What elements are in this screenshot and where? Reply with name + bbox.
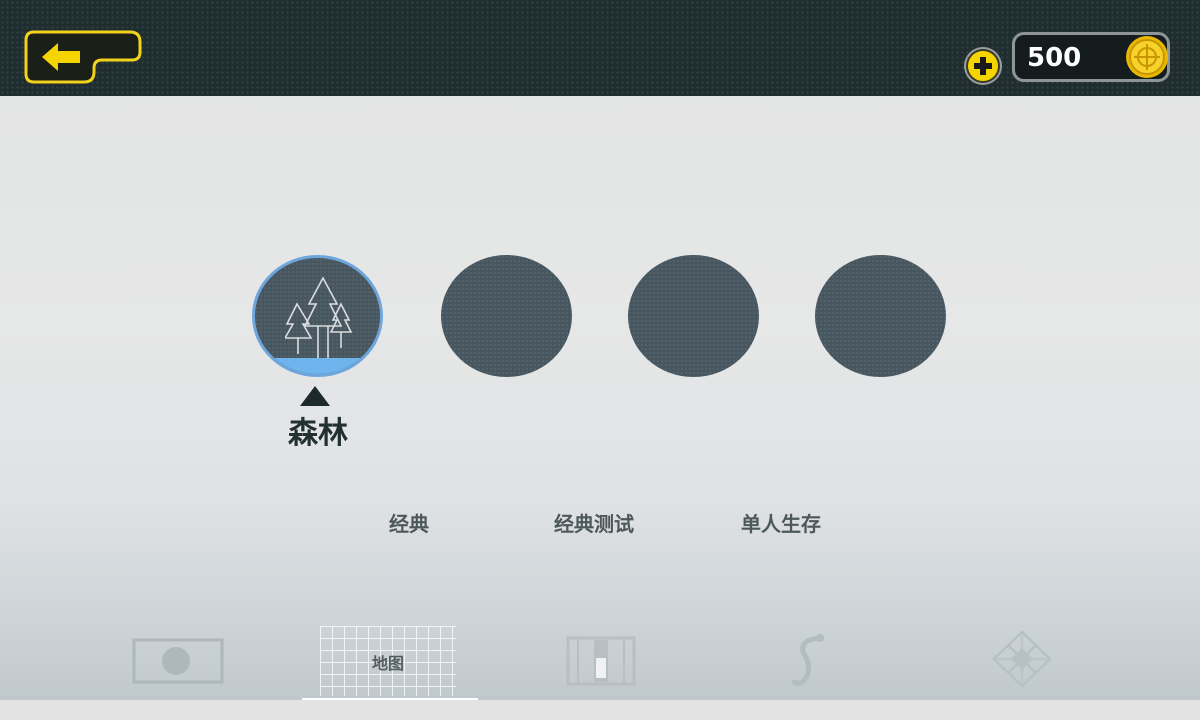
serpent-icon — [791, 634, 824, 686]
nav-tab-diamond[interactable] — [990, 630, 1054, 688]
diamond-pattern-icon — [992, 630, 1052, 688]
forest-trees-icon — [285, 276, 353, 360]
nav-tab-screen[interactable] — [132, 630, 224, 688]
map-option-locked-4[interactable] — [815, 255, 946, 377]
back-arrow-icon — [24, 30, 142, 84]
top-bar: 500 — [0, 0, 1200, 96]
nav-tab-map[interactable]: 地图 — [320, 626, 456, 696]
selected-map-name: 森林 — [288, 416, 348, 451]
map-option-locked-2[interactable] — [441, 255, 572, 377]
mode-classic-test[interactable]: 经典测试 — [554, 508, 634, 537]
back-button[interactable] — [24, 30, 142, 84]
bottom-strip — [0, 700, 1200, 720]
selected-indicator-arrow — [300, 386, 330, 406]
coin-counter: 500 — [1012, 32, 1170, 82]
mode-solo-survival[interactable]: 单人生存 — [741, 508, 821, 537]
nav-tab-serpent[interactable] — [790, 630, 830, 688]
screen-circle-icon — [132, 638, 224, 684]
mode-classic[interactable]: 经典 — [389, 508, 429, 537]
map-option-forest[interactable] — [252, 255, 383, 377]
map-option-locked-3[interactable] — [628, 255, 759, 377]
add-coins-button[interactable] — [966, 49, 1000, 83]
coin-value: 500 — [1027, 43, 1082, 73]
gold-coin-icon — [1126, 36, 1168, 78]
door-panel-icon — [566, 636, 636, 686]
plus-icon — [974, 57, 992, 75]
nav-tab-door[interactable] — [566, 630, 636, 688]
nav-tab-map-label: 地图 — [371, 654, 404, 673]
water-strip — [255, 358, 380, 374]
